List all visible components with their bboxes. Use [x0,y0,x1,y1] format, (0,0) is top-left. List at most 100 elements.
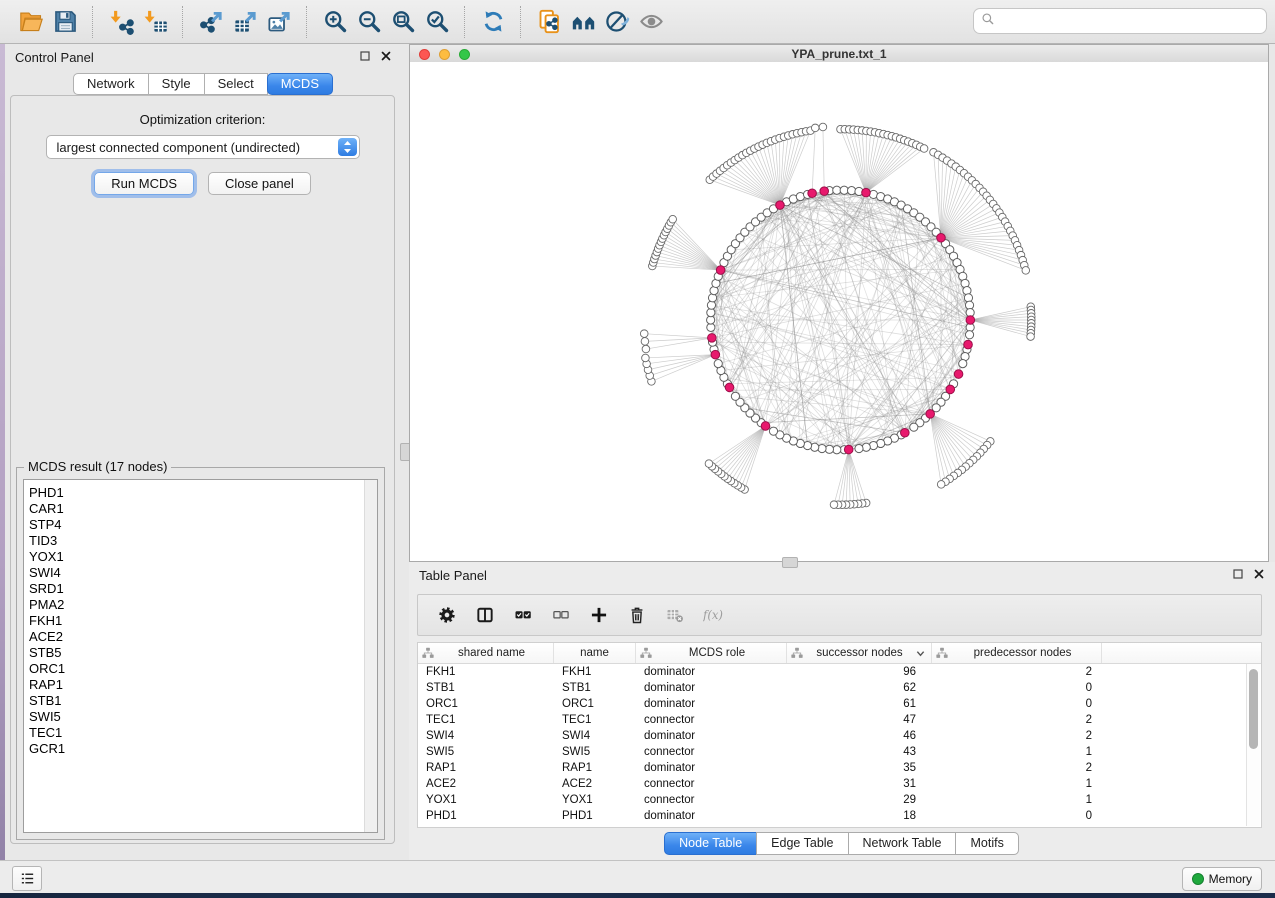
table-row[interactable]: SWI5SWI5connector431 [418,744,1261,760]
task-history-button[interactable] [12,866,42,891]
refresh-icon[interactable] [476,6,510,38]
mcds-result-item[interactable]: TEC1 [29,725,377,741]
tab-node-table[interactable]: Node Table [664,832,757,855]
scrollbar-thumb[interactable] [1249,669,1258,749]
table-cell[interactable]: PHD1 [554,808,636,824]
table-cell[interactable]: ACE2 [418,776,554,792]
column-header-shared-name[interactable]: shared name [418,643,554,663]
table-cell[interactable]: ORC1 [418,696,554,712]
table-cell[interactable]: SWI5 [418,744,554,760]
column-header-successor-nodes[interactable]: successor nodes [787,643,932,663]
result-list-scrollbar[interactable] [364,480,377,832]
tab-style[interactable]: Style [148,73,205,95]
mcds-result-item[interactable]: STB5 [29,645,377,661]
table-row[interactable]: RAP1RAP1dominator352 [418,760,1261,776]
horizontal-splitter[interactable] [782,557,798,568]
close-panel-icon[interactable] [1253,567,1265,585]
mcds-result-item[interactable]: GCR1 [29,741,377,757]
table-cell[interactable]: dominator [636,728,787,744]
network-window-titlebar[interactable]: YPA_prune.txt_1 [410,45,1268,63]
mcds-result-item[interactable]: ORC1 [29,661,377,677]
table-cell[interactable]: TEC1 [418,712,554,728]
table-cell[interactable]: 2 [932,712,1102,728]
mcds-result-item[interactable]: SRD1 [29,581,377,597]
tab-edge-table[interactable]: Edge Table [756,832,848,855]
mcds-result-item[interactable]: SWI4 [29,565,377,581]
mcds-result-item[interactable]: TID3 [29,533,377,549]
table-cell[interactable]: dominator [636,760,787,776]
table-cell[interactable]: ORC1 [554,696,636,712]
zoom-in-icon[interactable] [318,6,352,38]
vertical-splitter[interactable] [402,44,409,860]
mcds-result-item[interactable]: STB1 [29,693,377,709]
table-cell[interactable]: YOX1 [418,792,554,808]
select-all-icon[interactable] [513,605,533,625]
table-cell[interactable]: 0 [932,680,1102,696]
mcds-result-item[interactable]: SWI5 [29,709,377,725]
window-minimize-button[interactable] [439,49,450,60]
network-search-box[interactable] [973,8,1267,34]
table-cell[interactable]: FKH1 [554,664,636,680]
clone-network-icon[interactable] [532,6,566,38]
table-cell[interactable]: dominator [636,680,787,696]
table-cell[interactable]: 0 [932,808,1102,824]
column-header-predecessor-nodes[interactable]: predecessor nodes [932,643,1102,663]
table-cell[interactable]: 35 [787,760,932,776]
run-mcds-button[interactable]: Run MCDS [94,172,194,195]
mcds-result-item[interactable]: RAP1 [29,677,377,693]
add-row-icon[interactable] [589,605,609,625]
table-row[interactable]: PHD1PHD1dominator180 [418,808,1261,824]
optimization-criterion-select[interactable]: largest connected component (undirected) [46,135,360,159]
mcds-result-item[interactable]: YOX1 [29,549,377,565]
float-panel-icon[interactable] [359,49,371,67]
table-cell[interactable]: YOX1 [554,792,636,808]
table-cell[interactable]: PHD1 [418,808,554,824]
table-cell[interactable]: 2 [932,728,1102,744]
table-cell[interactable]: dominator [636,696,787,712]
table-row[interactable]: TEC1TEC1connector472 [418,712,1261,728]
mcds-result-item[interactable]: STP4 [29,517,377,533]
tab-network-table[interactable]: Network Table [848,832,957,855]
table-cell[interactable]: ACE2 [554,776,636,792]
table-cell[interactable]: dominator [636,664,787,680]
close-panel-button[interactable]: Close panel [208,172,311,195]
table-row[interactable]: FKH1FKH1dominator962 [418,664,1261,680]
table-cell[interactable]: RAP1 [418,760,554,776]
delete-row-icon[interactable] [627,605,647,625]
network-graph[interactable] [410,62,1268,561]
table-cell[interactable]: 18 [787,808,932,824]
tab-mcds[interactable]: MCDS [267,73,333,95]
table-cell[interactable]: TEC1 [554,712,636,728]
table-cell[interactable]: 43 [787,744,932,760]
table-cell[interactable]: FKH1 [418,664,554,680]
window-maximize-button[interactable] [459,49,470,60]
export-network-icon[interactable] [194,6,228,38]
tab-motifs[interactable]: Motifs [955,832,1018,855]
table-cell[interactable]: SWI4 [418,728,554,744]
table-cell[interactable]: STB1 [418,680,554,696]
zoom-selected-icon[interactable] [420,6,454,38]
table-cell[interactable]: 1 [932,792,1102,808]
column-header-name[interactable]: name [554,643,636,663]
mcds-result-item[interactable]: FKH1 [29,613,377,629]
import-table-icon[interactable] [138,6,172,38]
table-cell[interactable]: 46 [787,728,932,744]
table-cell[interactable]: 47 [787,712,932,728]
table-cell[interactable]: connector [636,744,787,760]
import-network-icon[interactable] [104,6,138,38]
table-cell[interactable]: connector [636,792,787,808]
search-input[interactable] [1000,13,1259,30]
window-close-button[interactable] [419,49,430,60]
deselect-all-icon[interactable] [551,605,571,625]
table-row[interactable]: SWI4SWI4dominator462 [418,728,1261,744]
export-table-icon[interactable] [228,6,262,38]
table-cell[interactable]: 29 [787,792,932,808]
table-row[interactable]: STB1STB1dominator620 [418,680,1261,696]
table-cell[interactable]: 1 [932,776,1102,792]
memory-button[interactable]: Memory [1182,867,1262,891]
mcds-result-item[interactable]: ACE2 [29,629,377,645]
table-row[interactable]: ACE2ACE2connector311 [418,776,1261,792]
table-cell[interactable]: 31 [787,776,932,792]
table-cell[interactable]: SWI4 [554,728,636,744]
columns-icon[interactable] [475,605,495,625]
